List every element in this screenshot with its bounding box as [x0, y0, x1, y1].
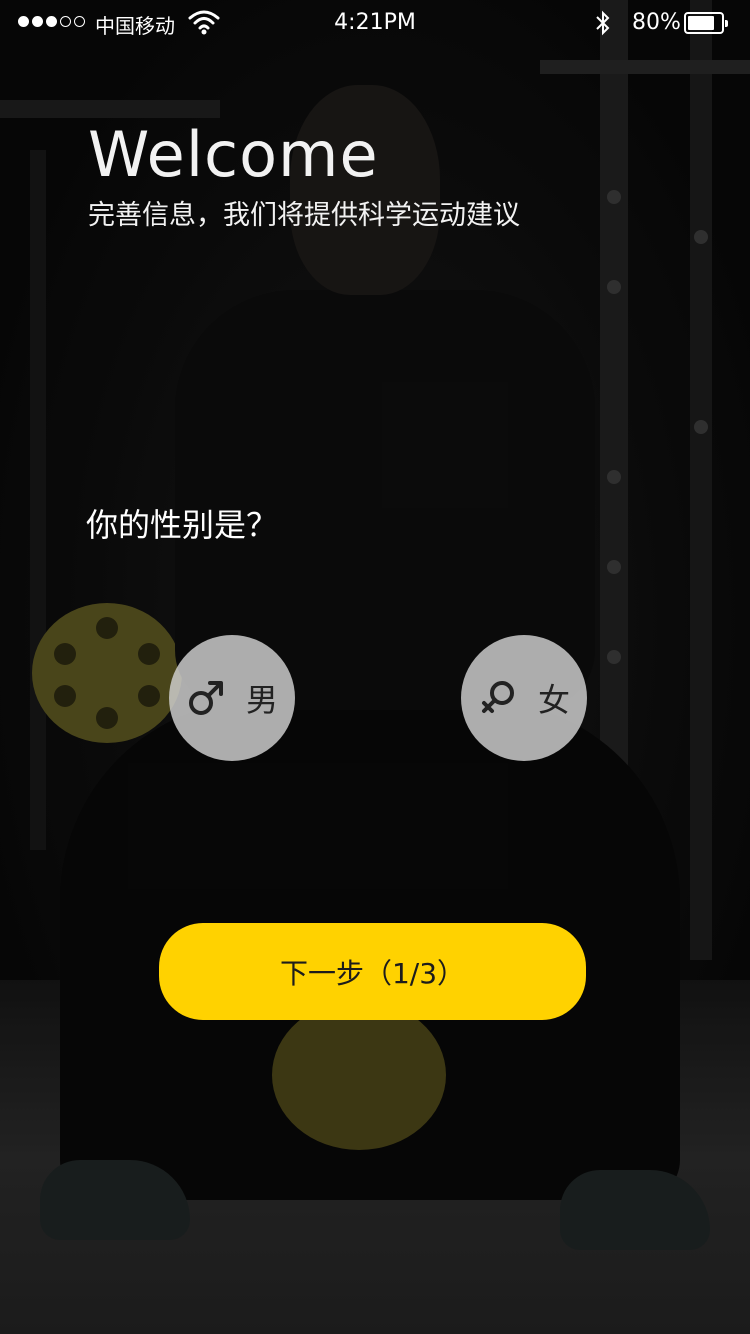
gender-label-male: 男	[245, 681, 278, 719]
page-title: Welcome	[88, 118, 379, 191]
gender-question: 你的性别是？	[86, 506, 279, 544]
battery-percent: 80%	[632, 10, 681, 35]
female-icon	[481, 681, 514, 713]
page-subtitle: 完善信息，我们将提供科学运动建议	[88, 200, 520, 231]
gender-label-female: 女	[537, 681, 570, 719]
male-icon	[188, 681, 223, 715]
battery-icon	[684, 12, 728, 34]
next-step-button[interactable]: 下一步（1/3）	[159, 923, 586, 1020]
status-bar: 中国移动 4:21PM 80%	[0, 0, 750, 46]
gender-option-female[interactable]: 女	[461, 635, 587, 761]
gender-option-male[interactable]: 男	[169, 635, 295, 761]
onboarding-screen: 中国移动 4:21PM 80% Welcome 完善信息，我们将提供科学运动建议…	[0, 0, 750, 1334]
bluetooth-icon	[596, 10, 610, 36]
